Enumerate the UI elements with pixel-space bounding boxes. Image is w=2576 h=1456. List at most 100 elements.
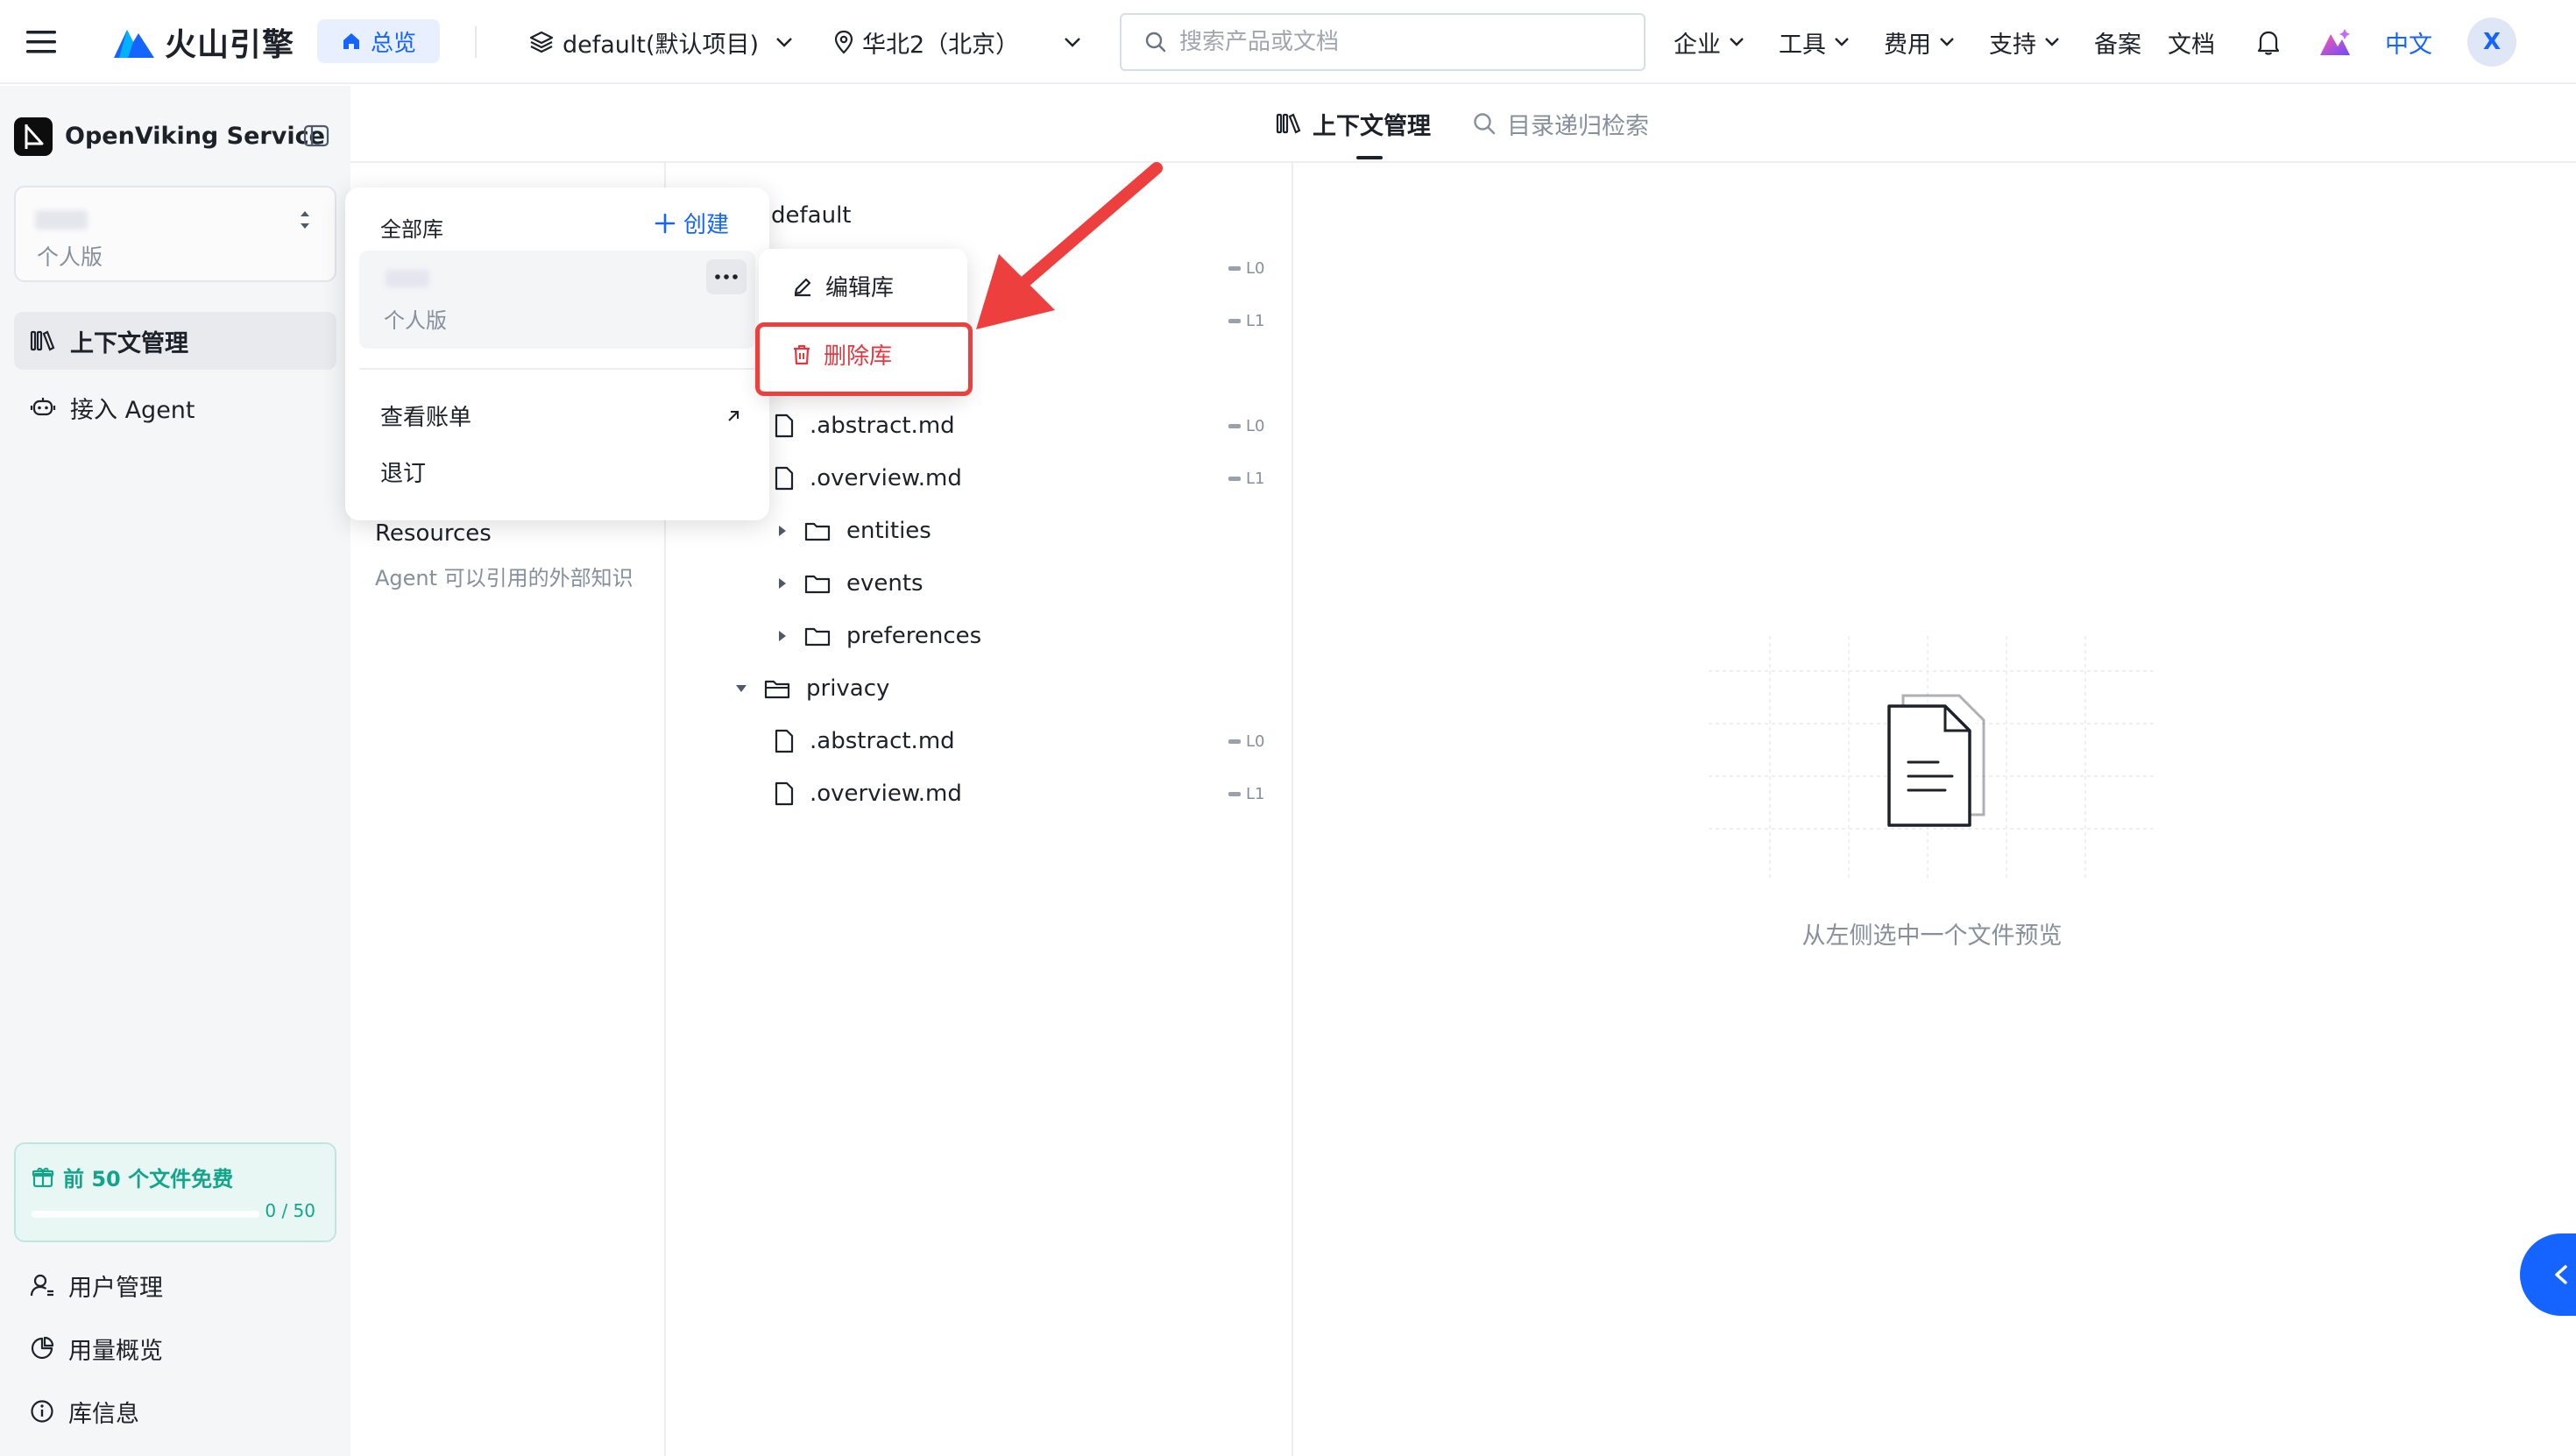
resources-description: Agent 可以引用的外部知识 xyxy=(375,566,633,590)
folder-open-icon xyxy=(764,680,790,699)
create-library-button[interactable]: 创建 xyxy=(654,207,729,239)
folder-icon xyxy=(804,522,831,541)
annotation-arrow-icon xyxy=(976,162,1163,329)
folder-name: preferences xyxy=(846,623,982,649)
external-arrow-icon xyxy=(728,410,739,421)
avatar-initial: X xyxy=(2482,29,2502,55)
unsubscribe-button[interactable]: 退订 xyxy=(380,456,426,488)
more-options-button[interactable] xyxy=(706,259,747,294)
collapse-panel-button[interactable] xyxy=(2520,1233,2576,1316)
sidebar-item-label: 接入 Agent xyxy=(70,396,195,424)
caret-down-icon xyxy=(736,685,747,692)
level-badge-label: L1 xyxy=(1246,470,1265,488)
home-icon xyxy=(343,33,359,49)
free-quota-header: 前 50 个文件免费 xyxy=(32,1162,233,1192)
file-icon xyxy=(775,781,794,806)
chevron-left-icon xyxy=(2555,1265,2567,1284)
nav-filing[interactable]: 备案 xyxy=(2094,0,2141,84)
create-library-label: 创建 xyxy=(683,212,730,238)
search-box[interactable] xyxy=(1120,13,1645,71)
caret-right-icon xyxy=(779,526,786,536)
sidebar-item-connect-agent[interactable]: 接入 Agent xyxy=(14,378,336,436)
folder-name: events xyxy=(846,570,924,597)
file-icon xyxy=(775,729,794,753)
folder-name: entities xyxy=(846,518,931,544)
region-name: 华北2（北京） xyxy=(862,31,1020,59)
tree-row-file[interactable]: .overview.md xyxy=(775,452,962,505)
tree-row-file[interactable]: .overview.md xyxy=(775,767,962,820)
overview-button[interactable]: 总览 xyxy=(317,19,440,63)
nav-docs[interactable]: 文档 xyxy=(2168,0,2215,84)
brand-name: 火山引擎 xyxy=(165,27,295,63)
region-selector[interactable]: 华北2（北京） xyxy=(834,0,1082,84)
tree-row-folder[interactable]: preferences xyxy=(776,610,981,662)
library-edition: 个人版 xyxy=(384,308,447,333)
all-libraries-title: 全部库 xyxy=(380,217,443,242)
tree-row-file[interactable]: .abstract.md xyxy=(775,399,955,452)
more-horizontal-icon xyxy=(715,274,738,279)
tree-row-folder[interactable]: events xyxy=(776,557,924,610)
library-selector[interactable]: 个人版 xyxy=(14,186,336,282)
search-icon xyxy=(1474,113,1496,135)
resources-title[interactable]: Resources xyxy=(375,520,492,547)
service-title: OpenViking Service xyxy=(65,123,325,150)
ai-assistant-icon[interactable] xyxy=(2318,0,2352,84)
tab-label: 上下文管理 xyxy=(1313,112,1431,140)
language-switch[interactable]: 中文 xyxy=(2385,0,2432,84)
file-icon xyxy=(775,466,794,491)
chevron-down-icon xyxy=(1065,38,1081,47)
notification-bell-icon[interactable] xyxy=(2255,0,2282,84)
file-name: .abstract.md xyxy=(810,728,955,754)
free-quota-label: 前 50 个文件免费 xyxy=(63,1167,234,1191)
sidebar-item-label: 用量概览 xyxy=(68,1337,163,1365)
search-input[interactable] xyxy=(1179,29,1617,55)
tree-row-folder[interactable]: entities xyxy=(776,505,931,557)
view-bill-label: 查看账单 xyxy=(380,405,472,431)
folder-icon xyxy=(804,627,831,647)
library-name-blurred xyxy=(386,270,429,287)
sidebar-item-library-info[interactable]: 库信息 xyxy=(14,1382,336,1440)
tab-recursive-search[interactable]: 目录递归检索 xyxy=(1472,86,1649,161)
nav-billing[interactable]: 费用 xyxy=(1884,0,1956,84)
tab-context-management[interactable]: 上下文管理 xyxy=(1276,86,1431,161)
volcano-logo-icon xyxy=(114,30,154,58)
edit-pencil-icon xyxy=(794,278,811,296)
nav-tools-label: 工具 xyxy=(1779,31,1826,59)
sidebar-item-usage-overview[interactable]: 用量概览 xyxy=(14,1319,336,1377)
info-icon xyxy=(31,1400,53,1423)
file-name: .abstract.md xyxy=(810,413,955,439)
file-name: .overview.md xyxy=(810,465,962,491)
nav-tools[interactable]: 工具 xyxy=(1779,0,1851,84)
chevron-down-icon xyxy=(1940,38,1954,46)
free-quota-count: 0 / 50 xyxy=(265,1200,315,1221)
search-icon xyxy=(1145,32,1166,53)
hamburger-menu-icon[interactable] xyxy=(26,0,58,84)
sidebar-toggle-icon[interactable] xyxy=(303,124,329,147)
free-quota-card[interactable]: 前 50 个文件免费 0 / 50 xyxy=(14,1142,336,1242)
library-popover: 全部库 创建 个人版 查看账单 退订 xyxy=(345,187,769,520)
document-icon xyxy=(1887,694,1985,827)
nav-docs-label: 文档 xyxy=(2168,31,2215,59)
nav-enterprise[interactable]: 企业 xyxy=(1674,0,1745,84)
edit-library-button[interactable]: 编辑库 xyxy=(792,270,894,302)
tree-row-file[interactable]: .abstract.md xyxy=(775,715,955,767)
nav-enterprise-label: 企业 xyxy=(1674,31,1721,59)
brand-logo[interactable]: 火山引擎 xyxy=(112,0,294,84)
nav-support[interactable]: 支持 xyxy=(1989,0,2061,84)
tree-row-folder-expanded[interactable]: privacy xyxy=(734,662,889,715)
agent-icon xyxy=(30,398,56,416)
library-list-item[interactable]: 个人版 xyxy=(359,251,755,349)
sidebar-item-context-management[interactable]: 上下文管理 xyxy=(14,312,336,370)
level-badge-label: L0 xyxy=(1246,732,1265,751)
sidebar: OpenViking Service 个人版 上下文管理 接入 Agent 前 … xyxy=(0,86,350,1456)
user-avatar[interactable]: X xyxy=(2467,18,2516,67)
sidebar-item-user-management[interactable]: 用户管理 xyxy=(14,1256,336,1314)
user-icon xyxy=(30,1274,53,1297)
file-name: .overview.md xyxy=(810,781,962,807)
project-selector[interactable]: default(默认项目) xyxy=(529,0,794,84)
level-badge-label: L1 xyxy=(1246,312,1265,330)
view-bill-link[interactable]: 查看账单 xyxy=(380,399,741,432)
annotation-highlight-box xyxy=(755,322,973,396)
pie-chart-icon xyxy=(31,1336,54,1360)
tree-root-default[interactable]: default xyxy=(771,189,851,242)
